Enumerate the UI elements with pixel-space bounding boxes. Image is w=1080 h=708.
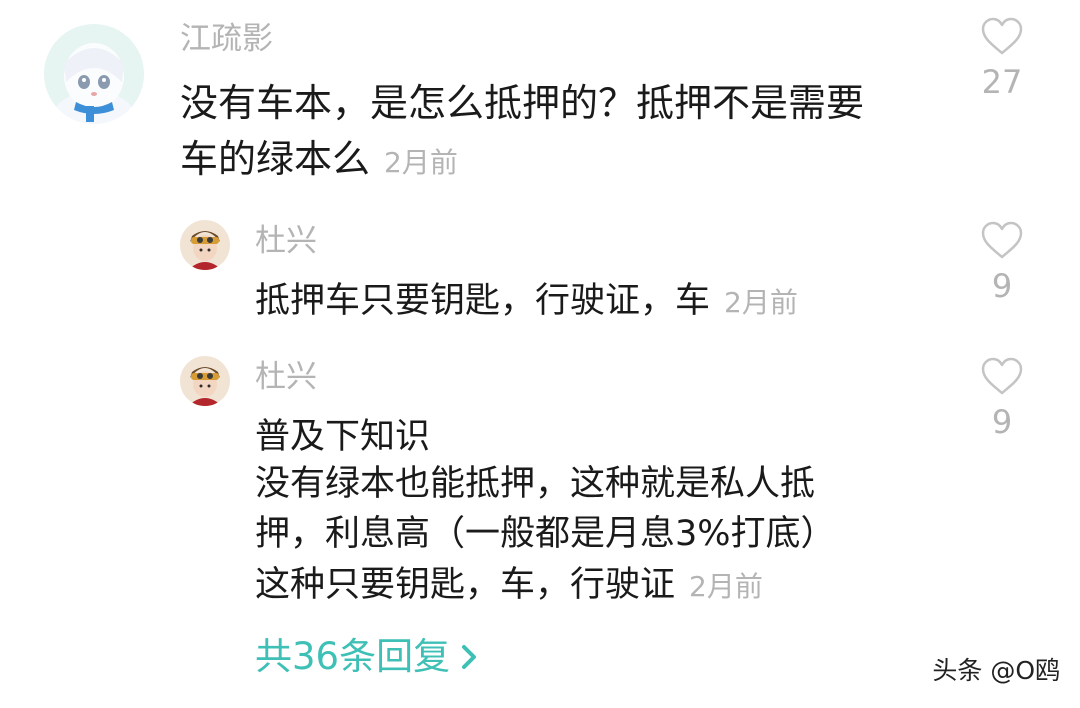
- comment-like-button[interactable]: 27: [962, 16, 1042, 98]
- reply-1-text: 抵押车只要钥匙，行驶证，车: [255, 281, 711, 321]
- reply-2-timestamp: 2月前: [689, 570, 763, 603]
- comment-text: 车的绿本么: [180, 137, 371, 181]
- reply-2-text-line-4: 这种只要钥匙，车，行驶证 2月前: [255, 568, 763, 603]
- reply-2-text-line-3: 押，利息高（一般都是月息3%打底）: [255, 514, 836, 554]
- reply-2-text-line-1: 普及下知识: [255, 417, 431, 457]
- reply-2-like-button[interactable]: 9: [962, 356, 1042, 438]
- reply-2-text-last: 这种只要钥匙，车，行驶证: [255, 565, 676, 605]
- reply-2-text-line-2: 没有绿本也能抵押，这种就是私人抵: [255, 464, 816, 504]
- avatar-comment-author[interactable]: [44, 24, 144, 124]
- reply-2-author-name[interactable]: 杜兴: [255, 362, 317, 393]
- more-replies-label: 共36条回复: [255, 635, 451, 678]
- chevron-right-icon: [462, 644, 477, 669]
- reply-2-like-count: 9: [991, 403, 1013, 441]
- reply-1-timestamp: 2月前: [724, 286, 798, 319]
- reply-1-like-count: 9: [991, 267, 1013, 305]
- comment-author-name[interactable]: 江疏影: [180, 24, 273, 55]
- reply-1-author-name[interactable]: 杜兴: [255, 226, 317, 257]
- avatar-reply-2-author[interactable]: [180, 356, 230, 406]
- heart-outline-icon: [981, 17, 1023, 55]
- view-more-replies-link[interactable]: 共36条回复: [255, 638, 478, 675]
- comment-timestamp: 2月前: [384, 146, 458, 179]
- avatar-reply-1-author[interactable]: [180, 220, 230, 270]
- heart-outline-icon: [981, 221, 1023, 259]
- comment-text-line-1: 没有车本，是怎么抵押的？抵押不是需要: [180, 81, 865, 125]
- comment-text-line-2: 车的绿本么 2月前: [180, 140, 458, 178]
- reply-1-text-line-1: 抵押车只要钥匙，行驶证，车 2月前: [255, 284, 798, 319]
- reply-1-like-button[interactable]: 9: [962, 220, 1042, 302]
- heart-outline-icon: [981, 357, 1023, 395]
- watermark: 头条 @O鸥: [932, 656, 1060, 685]
- comment-like-count: 27: [981, 63, 1023, 101]
